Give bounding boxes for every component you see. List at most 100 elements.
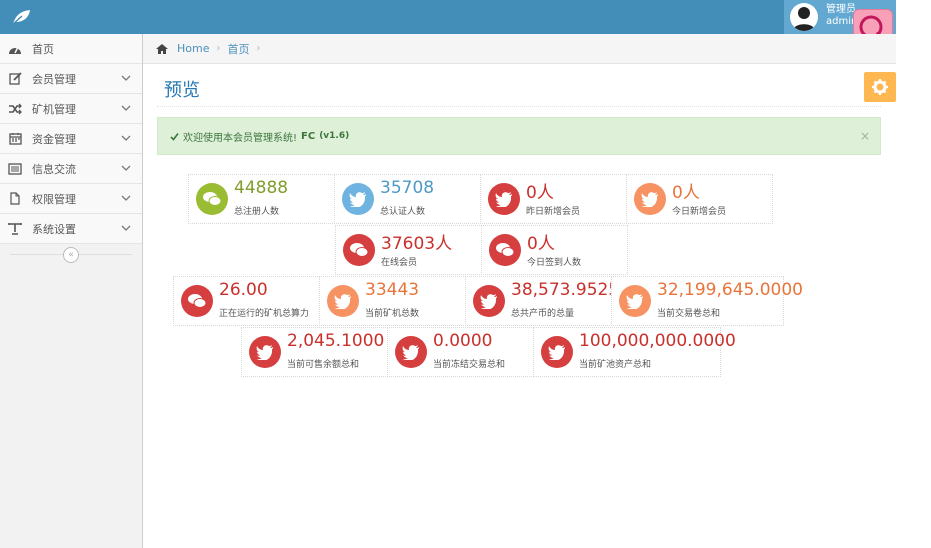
stats-row: 44888 总注册人数 35708 总认证人数 0人 昨日新增会员 0人 今日新… [188,174,773,224]
stats-row: 2,045.1000 当前可售余额总和 0.0000 当前冻结交易总和 100,… [241,327,736,377]
stat-label: 总认证人数 [380,207,426,217]
stat-label: 总共产币的总量 [511,309,575,319]
stat-value: 0.0000 [433,331,493,351]
gear-icon [872,79,888,95]
sidebar-item-label: 矿机管理 [32,102,76,116]
sidebar-item-label: 会员管理 [32,72,76,86]
twitter-icon [473,285,505,317]
sidebar-item-home[interactable]: 首页 [0,34,142,64]
alert-brand: FC [301,130,316,142]
infobox-pool-assets: 100,000,000.0000 当前矿池资产总和 [533,327,736,377]
stat-value: 32,199,645.0000 [657,280,804,300]
alert-version: (v1.6) [319,131,350,141]
page-title: 预览 [164,80,200,101]
comments-icon [196,183,228,215]
stat-value: 37603人 [381,234,453,254]
user-silhouette-icon [793,7,815,31]
stat-label: 总注册人数 [234,207,280,217]
stats-row: 26.00 正在运行的矿机总算力 33443 当前矿机总数 38,573.952… [173,276,803,326]
sidebar-item-label: 权限管理 [32,192,76,206]
sidebar-item-members[interactable]: 会员管理 [0,64,142,94]
sidebar-item-permissions[interactable]: 权限管理 [0,184,142,214]
stat-value: 2,045.1000 [287,331,385,351]
twitter-icon [634,183,666,215]
chevron-down-icon [121,165,131,171]
chevron-down-icon [121,135,131,141]
stat-label: 当前矿机总数 [365,309,420,319]
comments-icon [343,234,375,266]
stat-label: 昨日新增会员 [526,207,581,217]
infobox-total-verified: 35708 总认证人数 [334,174,481,224]
calendar-icon [8,132,22,146]
stat-label: 当前矿池资产总和 [579,360,652,370]
breadcrumb-separator: › [216,43,221,54]
tachometer-icon [8,42,22,56]
stat-label: 今日签到人数 [527,258,582,268]
infobox-today-signin: 0人 今日签到人数 [481,225,628,275]
stat-label: 今日新增会员 [672,207,727,217]
list-alt-icon [8,162,22,176]
sidebar: 首页 会员管理 矿机管理 资金管理 信息交流 权限管理 系统设置 « [0,34,143,548]
infobox-today-new: 0人 今日新增会员 [626,174,773,224]
sidebar-item-funds[interactable]: 资金管理 [0,124,142,154]
stat-value: 33443 [365,280,420,300]
breadcrumb: Home › 首页 › [143,34,896,64]
stat-label: 当前可售余额总和 [287,360,360,370]
home-icon [156,43,168,54]
sidebar-item-messages[interactable]: 信息交流 [0,154,142,184]
chevron-down-icon [121,195,131,201]
twitter-icon [249,336,281,368]
twitter-icon [619,285,651,317]
top-navbar: 管理员 admin [0,0,896,34]
infobox-online-members: 37603人 在线会员 [335,225,482,275]
sidebar-item-miners[interactable]: 矿机管理 [0,94,142,124]
stat-value: 44888 [234,178,289,198]
infobox-trade-volume: 32,199,645.0000 当前交易卷总和 [611,276,803,326]
sidebar-item-label: 首页 [32,42,54,56]
leaf-logo-icon[interactable] [10,8,32,26]
sidebar-item-label: 系统设置 [32,222,76,236]
random-icon [8,102,22,116]
sidebar-item-label: 资金管理 [32,132,76,146]
file-icon [8,192,22,206]
stat-label: 在线会员 [381,258,418,268]
twitter-icon [541,336,573,368]
edit-icon [8,72,22,86]
text-width-icon [8,222,22,236]
settings-button[interactable] [864,72,896,102]
stat-value: 35708 [380,178,435,198]
welcome-alert: 欢迎使用本会员管理系统! FC (v1.6) × [157,117,881,155]
stat-label: 正在运行的矿机总算力 [219,309,310,319]
twitter-icon [488,183,520,215]
breadcrumb-home-link[interactable]: Home [177,42,209,55]
avatar [790,3,818,31]
chevron-down-icon [121,75,131,81]
twitter-icon [395,336,427,368]
infobox-total-coins-produced: 38,573.9525 总共产币的总量 [465,276,619,326]
comments-icon [181,285,213,317]
infobox-yesterday-new: 0人 昨日新增会员 [480,174,627,224]
chevron-down-icon [121,105,131,111]
stat-label: 当前交易卷总和 [657,309,721,319]
alert-text: 欢迎使用本会员管理系统! [183,132,298,144]
sidebar-item-settings[interactable]: 系统设置 [0,214,142,244]
breadcrumb-separator: › [256,43,261,54]
stat-label: 当前冻结交易总和 [433,360,506,370]
divider [157,106,881,107]
comments-icon [489,234,521,266]
twitter-icon [342,183,374,215]
breadcrumb-current-link[interactable]: 首页 [227,41,249,57]
stat-value: 0人 [526,183,554,203]
sidebar-collapse-button[interactable]: « [63,247,79,263]
stat-value: 26.00 [219,280,268,300]
infobox-sellable-balance: 2,045.1000 当前可售余额总和 [241,327,388,377]
infobox-running-hashrate: 26.00 正在运行的矿机总算力 [173,276,320,326]
stat-value: 0人 [672,183,700,203]
infobox-frozen-trades: 0.0000 当前冻结交易总和 [387,327,534,377]
stats-row: 37603人 在线会员 0人 今日签到人数 [335,225,628,275]
chevron-down-icon [121,225,131,231]
sidebar-collapse: « [0,244,142,266]
close-button[interactable]: × [860,129,870,143]
stat-value: 100,000,000.0000 [579,331,736,351]
infobox-total-registered: 44888 总注册人数 [188,174,335,224]
